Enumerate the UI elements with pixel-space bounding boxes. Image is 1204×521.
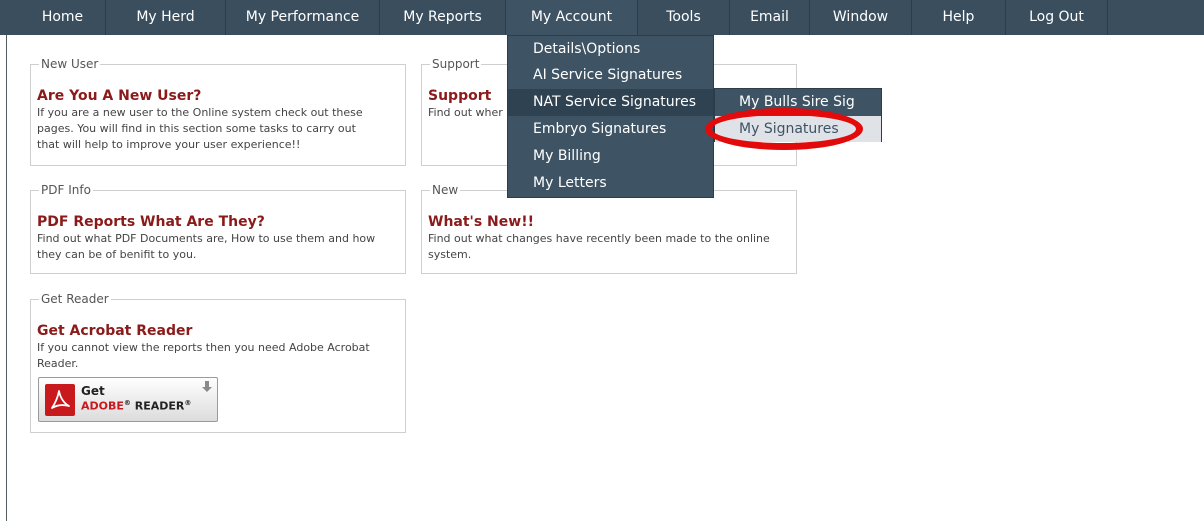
menu-my-herd[interactable]: My Herd	[106, 0, 226, 35]
submenu-item-my-bulls-sire-sig[interactable]: My Bulls Sire Sig	[715, 89, 881, 115]
get-reader-line-2: Reader.	[37, 357, 79, 370]
support-line-1: Find out wher	[428, 106, 503, 119]
get-reader-description: If you cannot view the reports then you …	[37, 340, 370, 372]
new-user-line-2: pages. You will find in this section som…	[37, 122, 356, 135]
dropdown-item-embryo-signatures[interactable]: Embryo Signatures	[508, 116, 713, 143]
dropdown-item-ai-service-signatures[interactable]: AI Service Signatures	[508, 62, 713, 89]
adobe-acrobat-logo-icon	[45, 384, 75, 416]
get-reader-line-1: If you cannot view the reports then you …	[37, 341, 370, 354]
dropdown-item-my-letters[interactable]: My Letters	[508, 170, 713, 197]
badge-reader-word: READER	[130, 399, 185, 413]
badge-adobe-word: ADOBE	[81, 399, 124, 413]
menu-help[interactable]: Help	[912, 0, 1006, 35]
whats-new-line-1: Find out what changes have recently been…	[428, 232, 770, 245]
support-legend: Support	[430, 56, 482, 72]
main-menubar: Home My Herd My Performance My Reports M…	[0, 0, 1204, 35]
new-user-legend: New User	[39, 56, 101, 72]
dropdown-item-nat-service-signatures[interactable]: NAT Service Signatures	[508, 89, 713, 116]
support-title-link[interactable]: Support	[428, 88, 491, 104]
whats-new-description: Find out what changes have recently been…	[428, 231, 770, 263]
whats-new-line-2: system.	[428, 248, 472, 261]
badge-get-text: Get	[81, 384, 105, 398]
menu-my-reports[interactable]: My Reports	[380, 0, 506, 35]
dropdown-item-my-billing[interactable]: My Billing	[508, 143, 713, 170]
my-account-dropdown: Details\Options AI Service Signatures NA…	[507, 35, 714, 198]
pdf-info-description: Find out what PDF Documents are, How to …	[37, 231, 375, 263]
new-user-description: If you are a new user to the Online syst…	[37, 105, 363, 153]
menu-my-performance[interactable]: My Performance	[226, 0, 380, 35]
menu-my-account[interactable]: My Account	[506, 0, 638, 35]
support-description: Find out wher	[428, 105, 503, 121]
submenu-item-my-signatures[interactable]: My Signatures	[715, 116, 881, 142]
menu-window[interactable]: Window	[810, 0, 912, 35]
pdf-info-line-1: Find out what PDF Documents are, How to …	[37, 232, 376, 245]
menu-home[interactable]: Home	[20, 0, 106, 35]
whats-new-panel: New What's New!! Find out what changes h…	[421, 182, 797, 274]
new-user-line-1: If you are a new user to the Online syst…	[37, 106, 363, 119]
new-user-line-3: that will help to improve your user expe…	[37, 138, 301, 151]
whats-new-title-link[interactable]: What's New!!	[428, 214, 534, 230]
menu-tools[interactable]: Tools	[638, 0, 730, 35]
pdf-info-panel: PDF Info PDF Reports What Are They? Find…	[30, 182, 406, 274]
whats-new-legend: New	[430, 182, 461, 198]
badge-reader-reg-mark: ®	[184, 399, 192, 407]
dropdown-item-details-options[interactable]: Details\Options	[508, 36, 713, 63]
menu-log-out[interactable]: Log Out	[1006, 0, 1108, 35]
get-reader-title-link[interactable]: Get Acrobat Reader	[37, 323, 192, 339]
get-reader-legend: Get Reader	[39, 291, 111, 307]
pdf-info-legend: PDF Info	[39, 182, 93, 198]
get-reader-panel: Get Reader Get Acrobat Reader If you can…	[30, 291, 406, 433]
new-user-title-link[interactable]: Are You A New User?	[37, 88, 201, 104]
new-user-panel: New User Are You A New User? If you are …	[30, 56, 406, 166]
badge-adobe-reader-text: ADOBE® READER®	[81, 399, 191, 413]
nat-signatures-submenu: My Bulls Sire Sig My Signatures	[714, 88, 882, 142]
menu-email[interactable]: Email	[730, 0, 810, 35]
download-arrow-icon	[202, 381, 212, 392]
get-adobe-reader-badge[interactable]: Get ADOBE® READER®	[38, 377, 218, 422]
pdf-info-title-link[interactable]: PDF Reports What Are They?	[37, 214, 265, 230]
badge-adobe-reg-mark: ®	[123, 399, 131, 407]
page-left-border	[6, 30, 7, 521]
pdf-info-line-2: they can be of benifit to you.	[37, 248, 197, 261]
